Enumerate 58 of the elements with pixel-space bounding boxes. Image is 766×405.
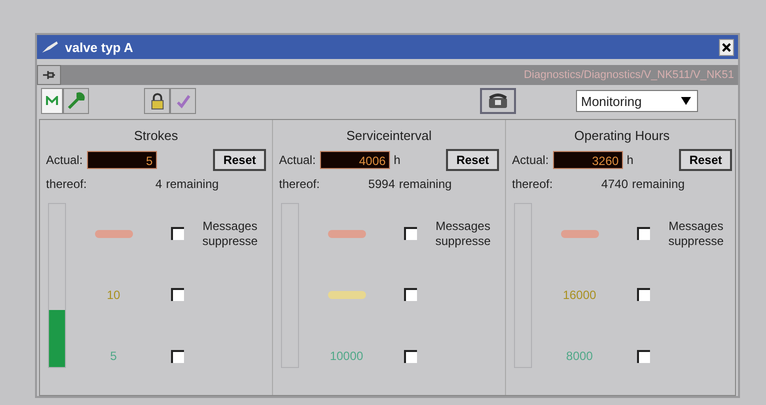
checkbox[interactable] xyxy=(404,227,417,240)
dropdown-arrow-icon xyxy=(681,97,691,105)
thereof-label: thereof: xyxy=(46,177,88,191)
actual-label: Actual: xyxy=(279,153,316,167)
m-letter-icon xyxy=(46,96,58,106)
threshold-value: 8000 xyxy=(566,349,593,364)
telephone-icon xyxy=(488,93,508,109)
pen-icon xyxy=(41,40,59,54)
lock-button[interactable] xyxy=(144,88,170,114)
lock-icon xyxy=(150,92,164,110)
checkbox-label: Messages suppresse xyxy=(201,218,259,249)
section-title: Strokes xyxy=(132,128,180,143)
actual-value: 3260 xyxy=(552,151,623,169)
thereof-label: thereof: xyxy=(512,177,554,191)
phone-button[interactable] xyxy=(480,88,516,114)
remaining-value: 4 xyxy=(154,177,162,191)
actual-label: Actual: xyxy=(512,153,549,167)
threshold-value: 16000 xyxy=(562,288,596,302)
checkbox-label: Messages suppresse xyxy=(434,218,492,249)
checkbox[interactable] xyxy=(171,227,184,240)
section-title: Operating Hours xyxy=(573,128,671,143)
section-title: Serviceinterval xyxy=(345,128,433,143)
threshold-value: 5 xyxy=(110,349,117,364)
window-title: valve typ A xyxy=(65,40,134,54)
actual-value: 5 xyxy=(86,151,157,169)
wrench-icon xyxy=(66,91,86,111)
close-button[interactable] xyxy=(719,38,734,56)
reset-button[interactable]: Reset xyxy=(213,149,266,171)
unit-label: h xyxy=(394,153,400,167)
checkbox[interactable] xyxy=(637,288,650,302)
actual-label: Actual: xyxy=(46,153,83,167)
actual-value: 4006 xyxy=(320,151,390,169)
path-text: Diagnostics/Diagnostics/V_NK511/V_NK51 xyxy=(524,69,734,81)
pin-icon xyxy=(42,69,56,81)
checkbox-label: Messages suppresse xyxy=(667,218,725,249)
checkbox[interactable] xyxy=(637,227,650,240)
close-icon xyxy=(722,42,731,52)
threshold-value: 10 xyxy=(106,288,120,302)
check-button[interactable] xyxy=(170,88,196,114)
unit-label: h xyxy=(626,153,634,167)
monitor-button[interactable] xyxy=(41,88,63,114)
checkbox[interactable] xyxy=(404,288,417,302)
remaining-label: remaining xyxy=(632,177,685,191)
threshold-value: 10000 xyxy=(330,349,364,364)
remaining-value: 4740 xyxy=(600,177,628,191)
remaining-label: remaining xyxy=(399,177,452,191)
remaining-label: remaining xyxy=(166,177,219,191)
checkmark-icon xyxy=(176,94,190,108)
checkbox[interactable] xyxy=(171,288,184,302)
checkbox[interactable] xyxy=(404,350,417,363)
reset-button[interactable]: Reset xyxy=(446,149,499,171)
mode-dropdown[interactable]: Monitoring xyxy=(576,90,698,112)
remaining-value: 5994 xyxy=(367,177,395,191)
thereof-label: thereof: xyxy=(279,177,321,191)
checkbox[interactable] xyxy=(637,350,650,363)
pin-button[interactable] xyxy=(37,65,61,85)
reset-button[interactable]: Reset xyxy=(679,149,732,171)
checkbox[interactable] xyxy=(171,350,184,363)
